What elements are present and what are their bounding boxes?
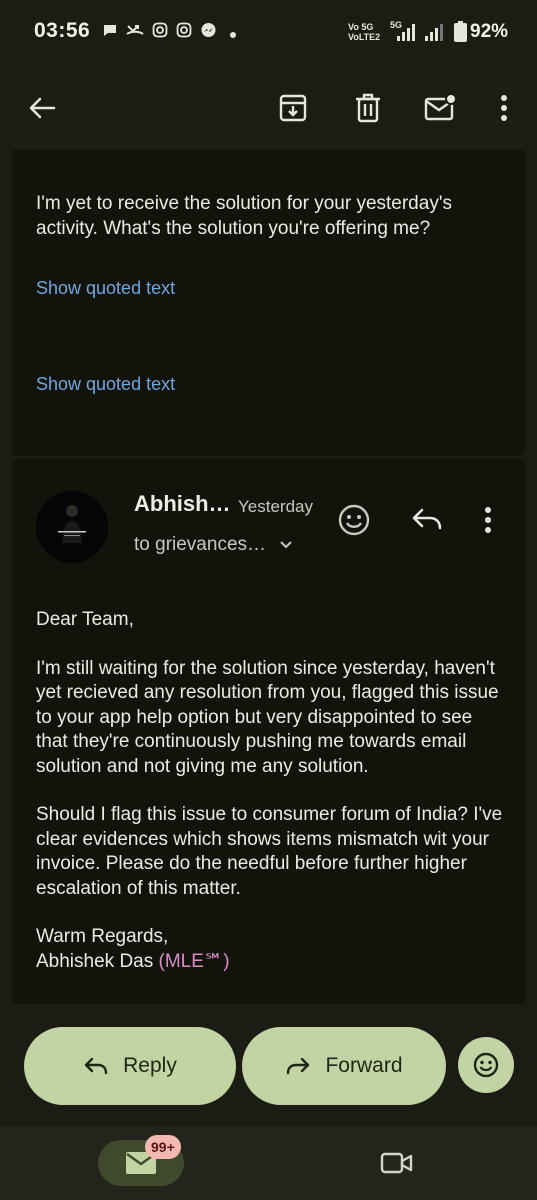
recipients-toggle[interactable]: to grievances… [134, 534, 293, 556]
video-camera-icon [380, 1152, 413, 1174]
unread-count-badge: 99+ [145, 1135, 181, 1159]
message-more-button[interactable] [484, 506, 492, 539]
battery-percentage: 92% [470, 21, 509, 42]
signature-tag: (MLE℠) [158, 950, 230, 972]
signature-name: Abhishek Das [36, 950, 154, 972]
sign-off: Warm Regards, [36, 926, 169, 947]
show-quoted-text-link[interactable]: Show quoted text [36, 374, 175, 395]
message-body: Dear Team, I'm still waiting for the sol… [36, 608, 506, 974]
show-quoted-text-link[interactable]: Show quoted text [36, 278, 175, 299]
reply-icon [84, 1057, 108, 1075]
battery-icon [454, 21, 467, 46]
forward-icon [287, 1057, 310, 1075]
nav-meet[interactable] [380, 1150, 414, 1181]
archive-icon [279, 94, 307, 122]
forward-label: Forward [325, 1054, 403, 1077]
messenger-icon [200, 22, 217, 43]
missed-call-icon [126, 22, 144, 42]
delete-icon [356, 93, 380, 123]
greeting: Dear Team, [36, 609, 134, 630]
signature: Abhishek Das (MLE℠) [36, 950, 506, 975]
status-time: 03:56 [34, 19, 91, 42]
more-notifications-dot-icon [229, 26, 237, 43]
previous-message-card[interactable]: I'm yet to receive the solution for your… [12, 150, 525, 456]
reply-icon [412, 508, 442, 530]
top-app-bar [0, 62, 537, 154]
archive-button[interactable] [275, 90, 311, 126]
mark-unread-icon [424, 93, 457, 121]
recipients-text: to grievances… [134, 534, 267, 555]
chat-icon [102, 22, 118, 42]
forward-button[interactable]: Forward [242, 1027, 446, 1105]
message-paragraph: Should I flag this issue to consumer for… [36, 804, 503, 899]
more-options-button[interactable] [486, 90, 522, 126]
emoji-reaction-button[interactable] [458, 1037, 514, 1093]
react-emoji-button[interactable] [336, 502, 372, 543]
more-vert-icon [485, 507, 491, 533]
network-type: Vo 5G VoLTE2 [348, 22, 381, 42]
delete-button[interactable] [350, 90, 386, 126]
bottom-navigation [0, 1126, 537, 1200]
sender-avatar[interactable] [36, 491, 108, 563]
instagram-icon [152, 22, 168, 42]
sender-name: Abhish… [134, 491, 231, 516]
back-arrow-icon [29, 97, 56, 119]
previous-message-body: I'm yet to receive the solution for your… [36, 193, 452, 239]
status-bar: 03:56 Vo 5G VoLTE2 5G 92% [0, 0, 537, 62]
reply-label: Reply [123, 1054, 177, 1077]
instagram-icon [176, 22, 192, 42]
reply-icon-button[interactable] [410, 506, 444, 539]
signal-icon [396, 24, 416, 46]
reply-button[interactable]: Reply [24, 1027, 236, 1105]
mark-unread-button[interactable] [422, 90, 458, 126]
back-button[interactable] [24, 90, 60, 126]
message-paragraph: I'm still waiting for the solution since… [36, 657, 499, 777]
emoji-icon [473, 1052, 499, 1078]
message-time: Yesterday [238, 497, 313, 516]
more-vert-icon [501, 95, 507, 121]
signal-icon [424, 24, 444, 46]
emoji-icon [338, 504, 370, 536]
chevron-down-icon [280, 541, 293, 549]
